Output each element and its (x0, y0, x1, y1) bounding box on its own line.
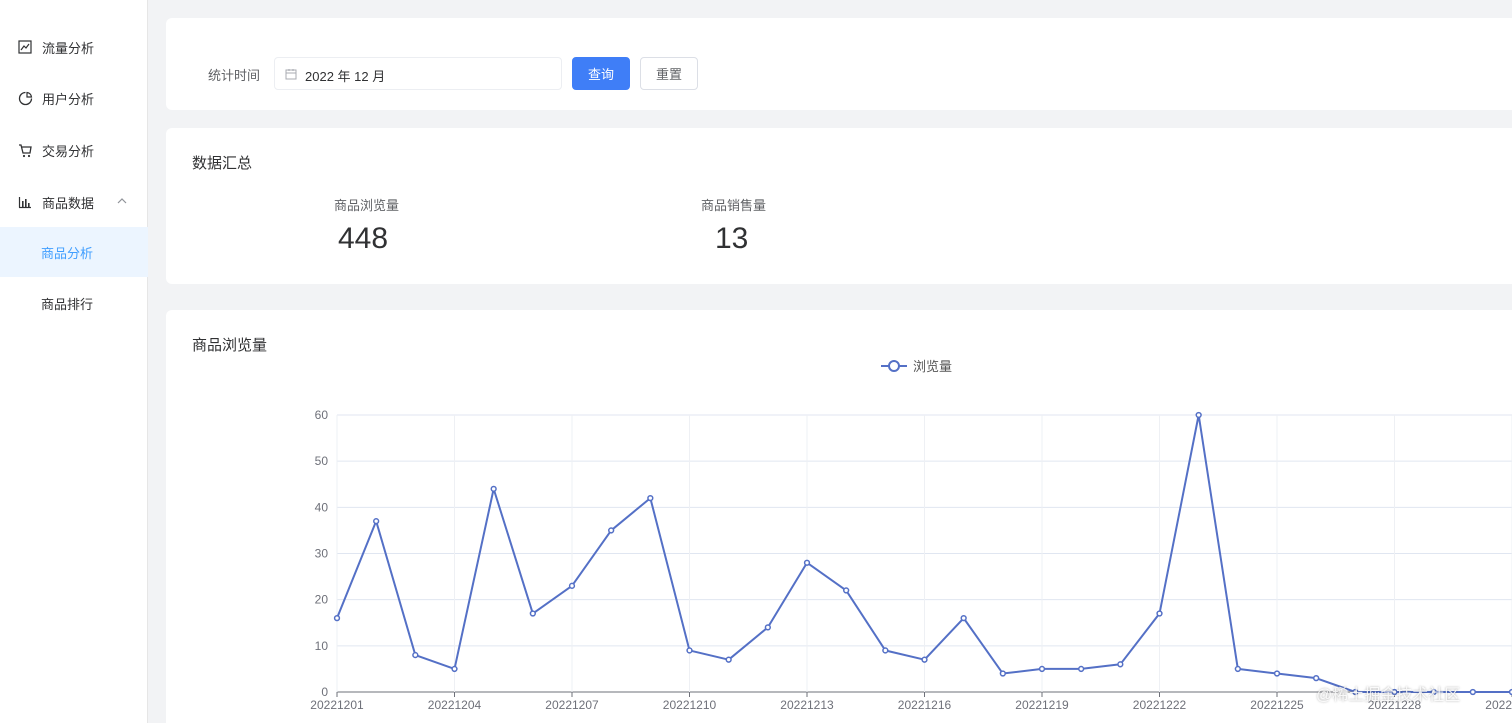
sidebar-item-label: 用户分析 (42, 91, 95, 107)
calendar-icon (285, 67, 297, 85)
data-point (373, 518, 380, 525)
data-point (1469, 688, 1476, 696)
stat-label-views: 商品浏览量 (334, 198, 400, 213)
data-point (529, 610, 536, 617)
data-point (843, 587, 850, 594)
x-tick-label: 20221222 (1133, 698, 1187, 712)
watermark: @稀土掘金技术社区 (1316, 687, 1461, 704)
x-tick-label: 20221201 (310, 698, 364, 712)
sidebar-item-traffic[interactable]: 流量分析 (0, 22, 148, 72)
x-tick-label: 20221210 (663, 698, 717, 712)
data-point (999, 670, 1006, 677)
x-tick-label: 20221213 (780, 698, 834, 712)
shopping-cart-icon (17, 142, 33, 158)
pie-chart-icon (17, 90, 33, 106)
data-point (1117, 661, 1124, 668)
data-point (568, 582, 576, 589)
data-point (1313, 675, 1320, 682)
data-point (1038, 665, 1046, 673)
sidebar-subitem-product-analysis[interactable]: 商品分析 (0, 227, 148, 277)
sidebar-item-product-data[interactable]: 商品数据 (0, 177, 148, 227)
data-point (686, 647, 693, 654)
data-point (1273, 670, 1281, 677)
x-tick-label: 20221216 (898, 698, 952, 712)
x-tick-label: 20221225 (1250, 698, 1304, 712)
chevron-up-icon (116, 195, 128, 210)
data-point (1234, 665, 1241, 673)
x-tick-label: 20221204 (428, 698, 482, 712)
sidebar-item-trade[interactable]: 交易分析 (0, 125, 148, 175)
data-point (725, 656, 732, 663)
y-tick-label: 10 (315, 639, 329, 653)
data-point (921, 656, 928, 663)
data-point (960, 614, 967, 622)
data-point (882, 647, 889, 654)
data-point (803, 559, 811, 566)
y-tick-label: 30 (315, 547, 329, 561)
data-point (451, 665, 458, 673)
data-point (764, 624, 771, 631)
month-picker[interactable]: 2022 年 12 月 (274, 57, 562, 90)
query-button[interactable]: 查询 (572, 57, 630, 90)
sidebar-item-label: 交易分析 (42, 143, 95, 159)
data-point (647, 494, 654, 502)
summary-title: 数据汇总 (192, 155, 253, 172)
line-chart-icon (17, 39, 33, 55)
x-tick-label: 20221231 (1485, 698, 1512, 712)
sidebar-item-label: 流量分析 (42, 40, 95, 56)
y-tick-label: 0 (321, 685, 328, 699)
x-tick-label: 20221207 (545, 698, 599, 712)
y-tick-label: 20 (315, 593, 329, 607)
data-point (490, 485, 497, 493)
y-tick-label: 40 (315, 500, 329, 514)
data-point (412, 651, 419, 659)
sidebar-item-label: 商品数据 (42, 195, 95, 211)
data-point (1078, 665, 1085, 673)
data-point (1156, 610, 1163, 617)
x-tick-label: 20221219 (1015, 698, 1069, 712)
stat-value-sales: 13 (715, 222, 749, 255)
stat-time-label: 统计时间 (208, 68, 261, 83)
data-point (333, 614, 341, 622)
sidebar-subitem-product-ranking[interactable]: 商品排行 (0, 278, 148, 328)
sidebar-item-users[interactable]: 用户分析 (0, 73, 148, 123)
data-point (1195, 411, 1202, 419)
bar-chart-icon (17, 194, 33, 210)
sidebar-subitem-label: 商品分析 (41, 245, 94, 261)
data-point (608, 527, 615, 534)
chart-panel: 商品浏览量 浏览量 0 10 20 30 40 50 60 20221201 20221204 2… (166, 310, 1512, 723)
reset-button[interactable]: 重置 (640, 57, 698, 90)
sidebar: 流量分析 用户分析 交易分析 商品数据 商品分析 商品排行 (0, 0, 148, 723)
y-tick-label: 60 (315, 408, 329, 422)
month-picker-value: 2022 年 12 月 (305, 69, 386, 84)
line-chart: 0 10 20 30 40 50 60 20221201 20221204 20221207 202… (310, 408, 1512, 712)
summary-panel: 数据汇总 商品浏览量 448 商品销售量 13 (166, 128, 1512, 284)
stat-value-views: 448 (338, 222, 389, 255)
sidebar-subitem-label: 商品排行 (41, 296, 94, 312)
y-tick-label: 50 (315, 454, 329, 468)
stat-label-sales: 商品销售量 (701, 198, 767, 213)
search-panel: 统计时间 2022 年 12 月 查询 重置 (166, 18, 1512, 110)
